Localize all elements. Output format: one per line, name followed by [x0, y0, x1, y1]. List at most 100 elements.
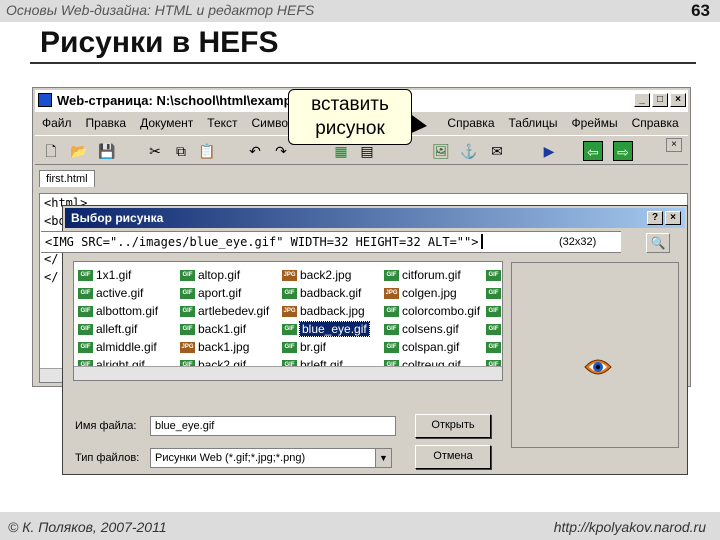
slide-header: Основы Web-дизайна: HTML и редактор HEFS… [0, 0, 720, 22]
filetype-select[interactable]: Рисунки Web (*.gif;*.jpg;*.png) ▼ [150, 448, 392, 468]
filename-label: Имя файла: [75, 420, 137, 432]
list-item[interactable]: GIF artlebedev.gif [180, 302, 269, 320]
list-item[interactable]: GIF colspan.gif [384, 338, 480, 356]
menu-text[interactable]: Текст [200, 114, 244, 134]
file-list-scrollbar[interactable] [74, 366, 502, 380]
open-button[interactable]: Открыть [415, 414, 491, 438]
gif-file-icon: GIF [78, 269, 93, 281]
list-item[interactable]: GIF 1x1.gif [78, 266, 158, 284]
help-button[interactable]: ? [647, 211, 663, 225]
file-column-2: GIF altop.gif GIF aport.gif GIF artlebedev.… [180, 266, 269, 374]
insert-image-tooltip: вставить рисунок [288, 89, 412, 145]
gif-file-icon: GIF [180, 287, 195, 299]
jpg-file-icon: JPG [384, 287, 399, 299]
list-item[interactable]: GIF citforum.gif [384, 266, 480, 284]
list-item-clipped: GIF [486, 284, 502, 302]
copy-icon[interactable]: ⧉ [171, 141, 191, 161]
play-icon[interactable]: ▶ [539, 141, 559, 161]
blue-eye-icon [584, 359, 612, 375]
open-folder-icon[interactable]: 📂 [69, 141, 89, 161]
app-title: Web-страница: N:\school\html\examp [57, 93, 292, 108]
list-item[interactable]: GIF alleft.gif [78, 320, 158, 338]
back-arrow-icon[interactable]: ⇦ [583, 141, 603, 161]
list-item[interactable]: JPG back2.jpg [282, 266, 369, 284]
file-column-4: GIF citforum.gif JPG colgen.jpg GIF colorco… [384, 266, 480, 374]
gif-file-icon: GIF [384, 341, 399, 353]
jpg-file-icon: JPG [282, 305, 297, 317]
list-item[interactable]: GIF back1.gif [180, 320, 269, 338]
list-item[interactable]: GIF br.gif [282, 338, 369, 356]
gif-file-icon: GIF [486, 323, 501, 335]
redo-icon[interactable]: ↷ [271, 141, 291, 161]
close-button[interactable]: × [670, 93, 686, 107]
cut-icon[interactable]: ✂ [145, 141, 165, 161]
list-item[interactable]: GIF colorcombo.gif [384, 302, 480, 320]
gif-file-icon: GIF [78, 323, 93, 335]
gif-file-icon: GIF [486, 287, 501, 299]
filename-input[interactable]: blue_eye.gif [150, 416, 396, 436]
file-column-1: GIF 1x1.gif GIF active.gif GIF albottom.gif… [78, 266, 158, 374]
slide-subtitle: Основы Web-дизайна: HTML и редактор HEFS [6, 2, 315, 18]
menu-frames[interactable]: Фреймы [565, 114, 625, 134]
image-preview-pane [511, 262, 679, 448]
list-item[interactable]: GIF badback.gif [282, 284, 369, 302]
code-line: </ [44, 270, 59, 284]
gif-file-icon: GIF [180, 269, 195, 281]
list-item[interactable]: GIF albottom.gif [78, 302, 158, 320]
filetype-value: Рисунки Web (*.gif;*.jpg;*.png) [155, 452, 306, 464]
gif-file-icon: GIF [282, 287, 297, 299]
list-item-clipped: GIF [486, 266, 502, 284]
gif-file-icon: GIF [78, 287, 93, 299]
dialog-title: Выбор рисунка [71, 211, 164, 225]
paste-icon[interactable]: 📋 [197, 141, 217, 161]
menu-document[interactable]: Документ [133, 114, 200, 134]
insert-image-icon[interactable]: 🖼 [431, 141, 451, 161]
list-item-selected[interactable]: GIF blue_eye.gif [282, 320, 370, 338]
list-item[interactable]: GIF almiddle.gif [78, 338, 158, 356]
gif-file-icon: GIF [282, 341, 297, 353]
window-controls: _ □ × [634, 93, 686, 107]
dialog-window-controls: ? × [647, 211, 681, 225]
list-item[interactable]: GIF active.gif [78, 284, 158, 302]
list-item[interactable]: GIF aport.gif [180, 284, 269, 302]
file-list[interactable]: GIF 1x1.gif GIF active.gif GIF albottom.gif… [73, 261, 503, 381]
cancel-button[interactable]: Отмена [415, 445, 491, 469]
code-line: </ [44, 252, 59, 266]
menu-help-1[interactable]: Справка [440, 114, 501, 134]
new-file-icon[interactable]: 🗋 [41, 141, 61, 161]
list-item[interactable]: GIF colsens.gif [384, 320, 480, 338]
maximize-button[interactable]: □ [652, 93, 668, 107]
list-item[interactable]: JPG back1.jpg [180, 338, 269, 356]
toolbar-close-icon[interactable]: × [666, 138, 682, 152]
list-item[interactable]: GIF altop.gif [180, 266, 269, 284]
menu-file[interactable]: Файл [35, 114, 79, 134]
image-picker-dialog: Выбор рисунка ? × <IMG SRC="../images/bl… [41, 205, 688, 475]
undo-icon[interactable]: ↶ [245, 141, 265, 161]
image-size: (32x32) [559, 236, 597, 248]
gif-file-icon: GIF [78, 305, 93, 317]
forward-arrow-icon[interactable]: ⇨ [613, 141, 633, 161]
map-icon[interactable]: ✉ [487, 141, 507, 161]
minimize-button[interactable]: _ [634, 93, 650, 107]
page-number: 63 [691, 1, 710, 20]
menu-help-2[interactable]: Справка [625, 114, 686, 134]
list-item[interactable]: JPG badback.jpg [282, 302, 369, 320]
tooltip-line-1: вставить [311, 94, 389, 115]
zoom-preview-icon[interactable]: 🔍 [646, 233, 670, 253]
menu-tables[interactable]: Таблицы [502, 114, 565, 134]
author-credit: © К. Поляков, 2007-2011 [8, 519, 167, 535]
app-icon [38, 93, 52, 107]
file-column-5-clipped: GIF GIF GIF GIF GIF GIF [486, 266, 502, 374]
author-url[interactable]: http://kpolyakov.narod.ru [554, 519, 706, 535]
list-item[interactable]: JPG colgen.jpg [384, 284, 480, 302]
save-icon[interactable]: 💾 [97, 141, 117, 161]
tab-first-html[interactable]: first.html [39, 170, 95, 187]
chevron-down-icon[interactable]: ▼ [375, 449, 391, 467]
menu-edit[interactable]: Правка [79, 114, 134, 134]
gif-file-icon: GIF [282, 323, 297, 335]
anchor-icon[interactable]: ⚓ [459, 141, 479, 161]
filetype-label: Тип файлов: [75, 452, 140, 464]
list-item-clipped: GIF [486, 320, 502, 338]
gif-file-icon: GIF [78, 341, 93, 353]
dialog-close-button[interactable]: × [665, 211, 681, 225]
